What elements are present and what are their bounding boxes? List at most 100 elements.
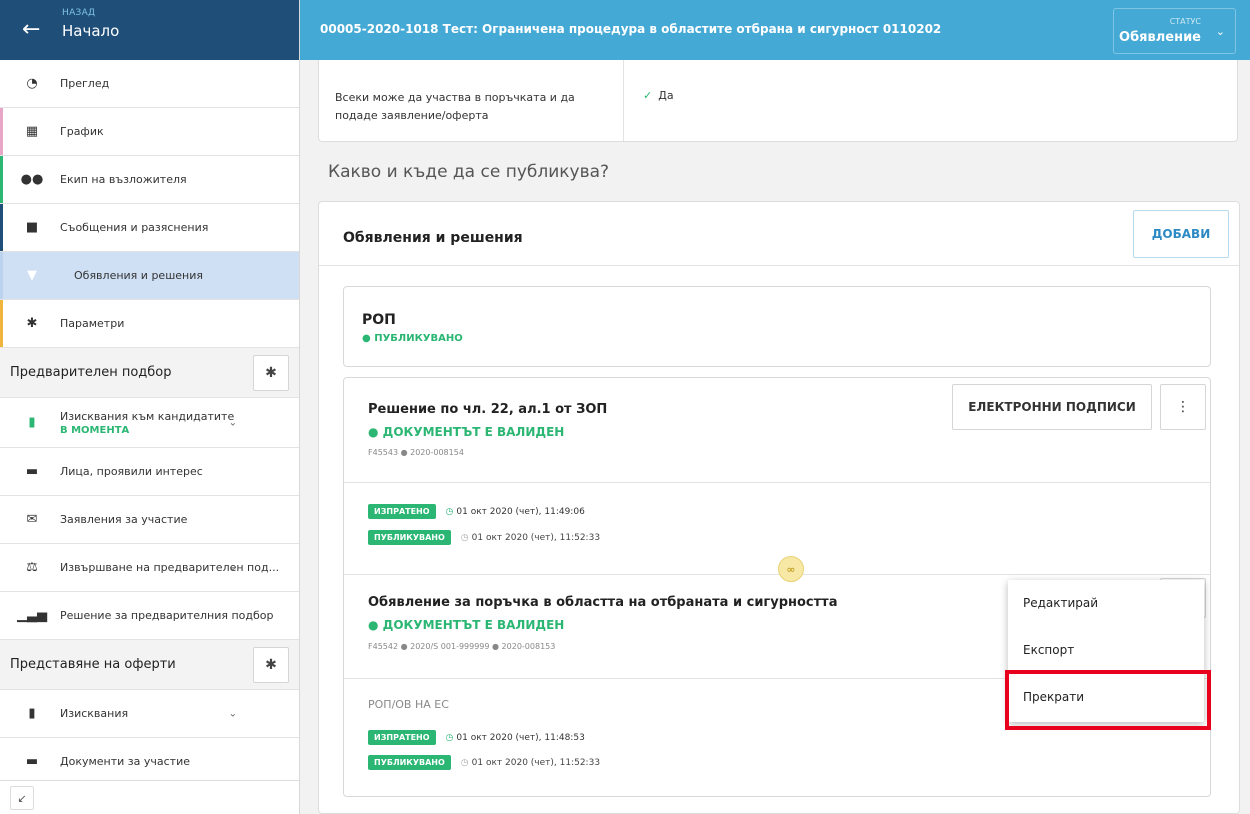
menu-item-edit[interactable]: Редактирай — [1008, 580, 1204, 627]
info-label: Всеки може да участва в поръчката и да п… — [335, 91, 575, 122]
sidebar-item-team[interactable]: ●● Екип на възложителя — [0, 156, 299, 204]
sidebar-item-interested-persons[interactable]: ▬ Лица, проявили интерес — [0, 448, 299, 496]
electronic-signatures-button[interactable]: ЕЛЕКТРОННИ ПОДПИСИ — [952, 384, 1152, 430]
event-time-text: 01 окт 2020 (чет), 11:52:33 — [471, 532, 601, 543]
event-time: ◷ 01 окт 2020 (чет), 11:52:33 — [461, 533, 600, 543]
event-row: ИЗПРАТЕНО ◷ 01 окт 2020 (чет), 11:48:53 — [368, 730, 585, 745]
top-bar: 00005-2020-1018 Тест: Ограничена процеду… — [300, 0, 1250, 60]
menu-item-export[interactable]: Експорт — [1008, 627, 1204, 674]
sidebar-item-label: Решение за предварителния подбор — [60, 609, 274, 622]
chevron-down-icon[interactable]: ⌄ — [229, 417, 237, 428]
sidebar-item-label: График — [60, 125, 104, 138]
section-offers: Представяне на оферти ✱ — [0, 640, 299, 690]
envelope-icon: ✉ — [26, 512, 38, 527]
status-value: Обявление — [1119, 30, 1201, 45]
book-icon: ▮ — [28, 706, 36, 721]
calendar-icon: ▦ — [25, 124, 39, 139]
gear-icon: ✱ — [265, 657, 277, 673]
message-icon: ■ — [25, 220, 39, 235]
sidebar-item-label: Изисквания — [60, 707, 129, 720]
highlight-box — [1005, 670, 1211, 730]
section-settings-button[interactable]: ✱ — [253, 647, 289, 683]
accent-bar — [0, 300, 3, 347]
truck-icon: ▬ — [25, 754, 39, 769]
card-title: РОП — [362, 312, 396, 328]
sidebar-item-parameters[interactable]: ✱ Параметри — [0, 300, 299, 348]
status-label: СТАТУС — [1169, 17, 1201, 26]
sidebar: ← НАЗАД Начало ◔ Преглед ▦ График ●● Еки… — [0, 0, 300, 814]
collapse-icon[interactable]: ↙ — [10, 786, 34, 810]
divider — [623, 60, 624, 141]
participation-info-card: Всеки може да участва в поръчката и да п… — [318, 60, 1238, 142]
status-badge: ● ПУБЛИКУВАНО — [362, 333, 463, 344]
status-badge: ● ДОКУМЕНТЪТ Е ВАЛИДЕН — [368, 618, 565, 632]
sent-tag: ИЗПРАТЕНО — [368, 504, 436, 519]
pin-icon: ▼ — [27, 268, 37, 283]
sidebar-item-messages[interactable]: ■ Съобщения и разяснения — [0, 204, 299, 252]
published-tag: ПУБЛИКУВАНО — [368, 755, 451, 770]
more-options-button[interactable]: ⋮ — [1160, 384, 1206, 430]
chevron-down-icon[interactable]: ⌄ — [229, 562, 237, 573]
sidebar-item-participation-docs[interactable]: ▬ Документи за участие — [0, 738, 299, 786]
sent-tag: ИЗПРАТЕНО — [368, 730, 436, 745]
sidebar-item-requirements[interactable]: ▮ Изисквания ⌄ — [0, 690, 299, 738]
kebab-icon: ⋮ — [1176, 399, 1190, 415]
back-to-home[interactable]: ← НАЗАД Начало — [0, 0, 299, 60]
sidebar-item-label: Лица, проявили интерес — [60, 465, 203, 478]
sidebar-item-notices[interactable]: ▼ Обявления и решения — [0, 252, 299, 300]
status-dropdown[interactable]: СТАТУС Обявление ⌄ — [1113, 8, 1236, 54]
clock-icon: ◷ — [460, 532, 469, 543]
card-title: Обявление за поръчка в областта на отбра… — [368, 595, 838, 610]
card-title: Решение по чл. 22, ал.1 от ЗОП — [368, 402, 608, 417]
truck-icon: ▬ — [25, 464, 39, 479]
sidebar-item-candidate-requirements[interactable]: ▮ Изисквания към кандидатите В МОМЕНТА ⌄ — [0, 398, 299, 448]
bar-chart-icon: ▁▃▅ — [17, 608, 47, 623]
event-time: ◷ 01 окт 2020 (чет), 11:52:33 — [461, 758, 600, 768]
publication-target-label: РОП/ОВ НА ЕС — [368, 698, 449, 711]
gauge-icon: ◔ — [26, 76, 38, 91]
sidebar-item-label: Параметри — [60, 317, 125, 330]
add-button[interactable]: ДОБАВИ — [1133, 210, 1229, 258]
status-badge: ● ДОКУМЕНТЪТ Е ВАЛИДЕН — [368, 425, 565, 439]
info-value-text: Да — [658, 89, 674, 102]
info-value: ✓ Да — [643, 89, 674, 102]
sidebar-item-preselection-decision[interactable]: ▁▃▅ Решение за предварителния подбор — [0, 592, 299, 640]
event-time-text: 01 окт 2020 (чет), 11:49:06 — [456, 506, 585, 517]
panel-title: Обявления и решения — [343, 230, 523, 246]
sidebar-item-label: Преглед — [60, 77, 110, 90]
gear-icon: ✱ — [265, 365, 277, 381]
book-icon: ▮ — [28, 415, 36, 430]
procedure-title: 00005-2020-1018 Тест: Ограничена процеду… — [320, 22, 942, 36]
check-icon: ✓ — [643, 89, 653, 102]
rop-card[interactable]: РОП ● ПУБЛИКУВАНО — [343, 286, 1211, 367]
sidebar-item-label: Изисквания към кандидатите — [60, 409, 235, 423]
sidebar-item-performing-preselection[interactable]: ⚖ Извършване на предварителен под... ⌄ — [0, 544, 299, 592]
accent-bar — [0, 108, 3, 155]
sidebar-item-overview[interactable]: ◔ Преглед — [0, 60, 299, 108]
people-icon: ●● — [20, 172, 44, 187]
event-time: ◷ 01 окт 2020 (чет), 11:49:06 — [446, 507, 585, 517]
link-icon[interactable]: ∞ — [778, 556, 804, 582]
event-row: ПУБЛИКУВАНО ◷ 01 окт 2020 (чет), 11:52:33 — [368, 755, 600, 770]
sidebar-item-label: Документи за участие — [60, 755, 190, 768]
sidebar-item-label: Извършване на предварителен под... — [60, 561, 280, 574]
arrow-left-icon[interactable]: ← — [22, 18, 40, 42]
sidebar-item-label: Обявления и решения — [74, 269, 203, 282]
section-preselection: Предварителен подбор ✱ — [0, 348, 299, 398]
clock-icon: ◷ — [445, 732, 454, 743]
scales-icon: ⚖ — [26, 560, 38, 575]
section-title: Представяне на оферти — [10, 657, 176, 672]
section-heading: Какво и къде да се публикува? — [328, 162, 610, 182]
back-label: НАЗАД — [62, 8, 96, 18]
document-meta: F45543 ● 2020-008154 — [368, 448, 464, 457]
divider — [319, 265, 1239, 266]
sidebar-item-applications[interactable]: ✉ Заявления за участие — [0, 496, 299, 544]
accent-bar — [0, 204, 3, 251]
section-settings-button[interactable]: ✱ — [253, 355, 289, 391]
sidebar-item-schedule[interactable]: ▦ График — [0, 108, 299, 156]
chevron-down-icon[interactable]: ⌄ — [229, 708, 237, 719]
sidebar-collapse-bar: ↙ — [0, 780, 299, 814]
divider — [344, 574, 1210, 575]
sidebar-item-label: Съобщения и разяснения — [60, 221, 209, 234]
divider — [344, 482, 1210, 483]
